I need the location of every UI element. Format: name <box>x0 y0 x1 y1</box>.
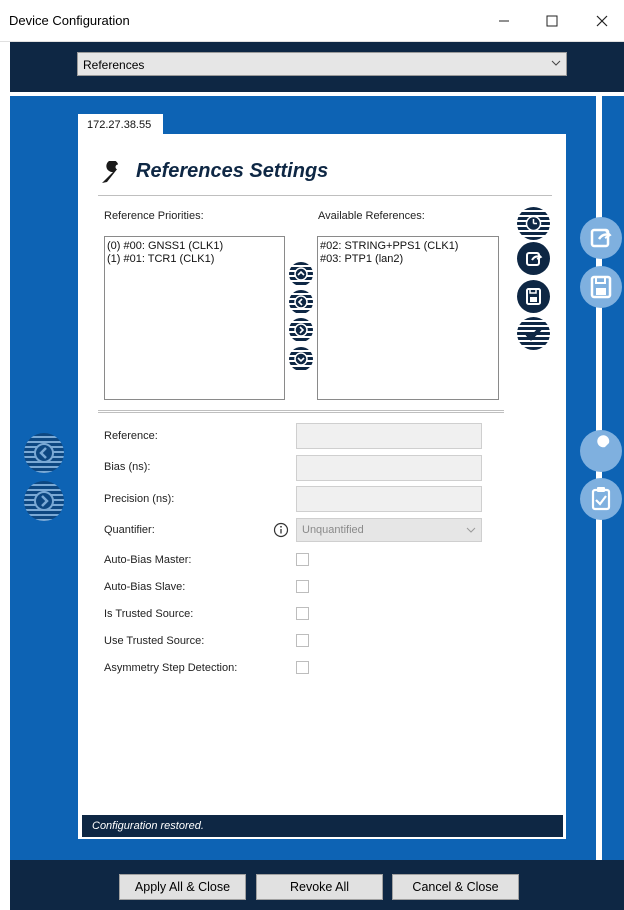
clipboard-nav-button[interactable] <box>580 478 622 520</box>
tab-device[interactable]: 172.27.38.55 <box>78 114 163 136</box>
section-divider <box>98 410 504 413</box>
auto-bias-slave-label: Auto-Bias Slave: <box>104 581 186 593</box>
list-item[interactable]: (0) #00: GNSS1 (CLK1) <box>105 240 284 253</box>
available-label: Available References: <box>318 210 425 222</box>
minimize-button[interactable] <box>490 8 518 34</box>
window-title: Device Configuration <box>9 13 130 28</box>
cancel-close-button[interactable]: Cancel & Close <box>392 874 519 900</box>
is-trusted-label: Is Trusted Source: <box>104 608 194 620</box>
move-right-icon <box>294 323 308 337</box>
apply-all-close-button[interactable]: Apply All & Close <box>119 874 246 900</box>
chevron-right-icon <box>34 491 54 511</box>
save-icon <box>526 288 541 305</box>
clock-icon <box>525 215 542 232</box>
save-config-button[interactable] <box>580 266 622 308</box>
maximize-icon <box>546 15 558 27</box>
revoke-all-button[interactable]: Revoke All <box>256 874 383 900</box>
move-left-icon <box>294 295 308 309</box>
bias-field[interactable] <box>296 455 482 481</box>
title-divider <box>98 195 552 196</box>
page-select-value: References <box>83 58 145 72</box>
chevron-down-icon <box>466 527 476 533</box>
auto-bias-master-checkbox[interactable] <box>296 553 309 566</box>
list-item[interactable]: (1) #01: TCR1 (CLK1) <box>105 253 284 266</box>
clock-button[interactable] <box>517 207 550 240</box>
restore-button[interactable] <box>517 242 550 275</box>
auto-bias-slave-checkbox[interactable] <box>296 580 309 593</box>
restore-config-button[interactable] <box>580 217 622 259</box>
use-trusted-label: Use Trusted Source: <box>104 635 205 647</box>
priorities-label: Reference Priorities: <box>104 210 204 222</box>
precision-label: Precision (ns): <box>104 493 175 505</box>
status-bar: Configuration restored. <box>82 815 563 837</box>
list-item[interactable]: #02: STRING+PPS1 (CLK1) <box>318 240 498 253</box>
reference-label: Reference: <box>104 430 158 442</box>
quantifier-label: Quantifier: <box>104 524 155 536</box>
next-page-button[interactable] <box>24 481 64 521</box>
reference-field[interactable] <box>296 423 482 449</box>
info-icon[interactable] <box>273 522 289 538</box>
maximize-button[interactable] <box>538 8 566 34</box>
apply-button[interactable] <box>517 317 550 350</box>
precision-field[interactable] <box>296 486 482 512</box>
checkmark-icon <box>525 327 542 341</box>
is-trusted-checkbox[interactable] <box>296 607 309 620</box>
restore-icon <box>590 228 612 248</box>
move-left-button[interactable] <box>289 290 313 314</box>
move-up-button[interactable] <box>289 262 313 286</box>
chevron-left-icon <box>34 443 54 463</box>
close-button[interactable] <box>588 8 616 34</box>
available-list[interactable]: #02: STRING+PPS1 (CLK1) #03: PTP1 (lan2) <box>317 236 499 400</box>
asymmetry-label: Asymmetry Step Detection: <box>104 662 238 674</box>
bias-label: Bias (ns): <box>104 461 151 473</box>
close-icon <box>596 15 608 27</box>
quantifier-select[interactable]: Unquantified <box>296 518 482 542</box>
move-down-button[interactable] <box>289 347 313 371</box>
previous-page-button[interactable] <box>24 433 64 473</box>
minimize-icon <box>499 20 509 22</box>
status-text: Configuration restored. <box>92 820 204 832</box>
list-item[interactable]: #03: PTP1 (lan2) <box>318 253 498 266</box>
settings-nav-button[interactable] <box>580 430 622 472</box>
wrench-icon <box>591 435 610 461</box>
auto-bias-master-label: Auto-Bias Master: <box>104 554 192 566</box>
page-title: References Settings <box>136 160 329 182</box>
save-icon <box>590 275 612 299</box>
move-up-icon <box>294 267 308 281</box>
move-right-button[interactable] <box>289 318 313 342</box>
chevron-down-icon <box>551 60 561 66</box>
title-bar: Device Configuration <box>0 0 624 42</box>
quantifier-value: Unquantified <box>302 524 364 536</box>
page-select[interactable]: References <box>77 52 567 76</box>
priorities-list[interactable]: (0) #00: GNSS1 (CLK1) (1) #01: TCR1 (CLK… <box>104 236 285 400</box>
asymmetry-checkbox[interactable] <box>296 661 309 674</box>
restore-icon <box>526 252 543 266</box>
save-button[interactable] <box>517 280 550 313</box>
move-down-icon <box>294 352 308 366</box>
clipboard-check-icon <box>591 487 611 511</box>
use-trusted-checkbox[interactable] <box>296 634 309 647</box>
left-margin <box>0 42 10 910</box>
wrench-icon <box>102 161 121 183</box>
